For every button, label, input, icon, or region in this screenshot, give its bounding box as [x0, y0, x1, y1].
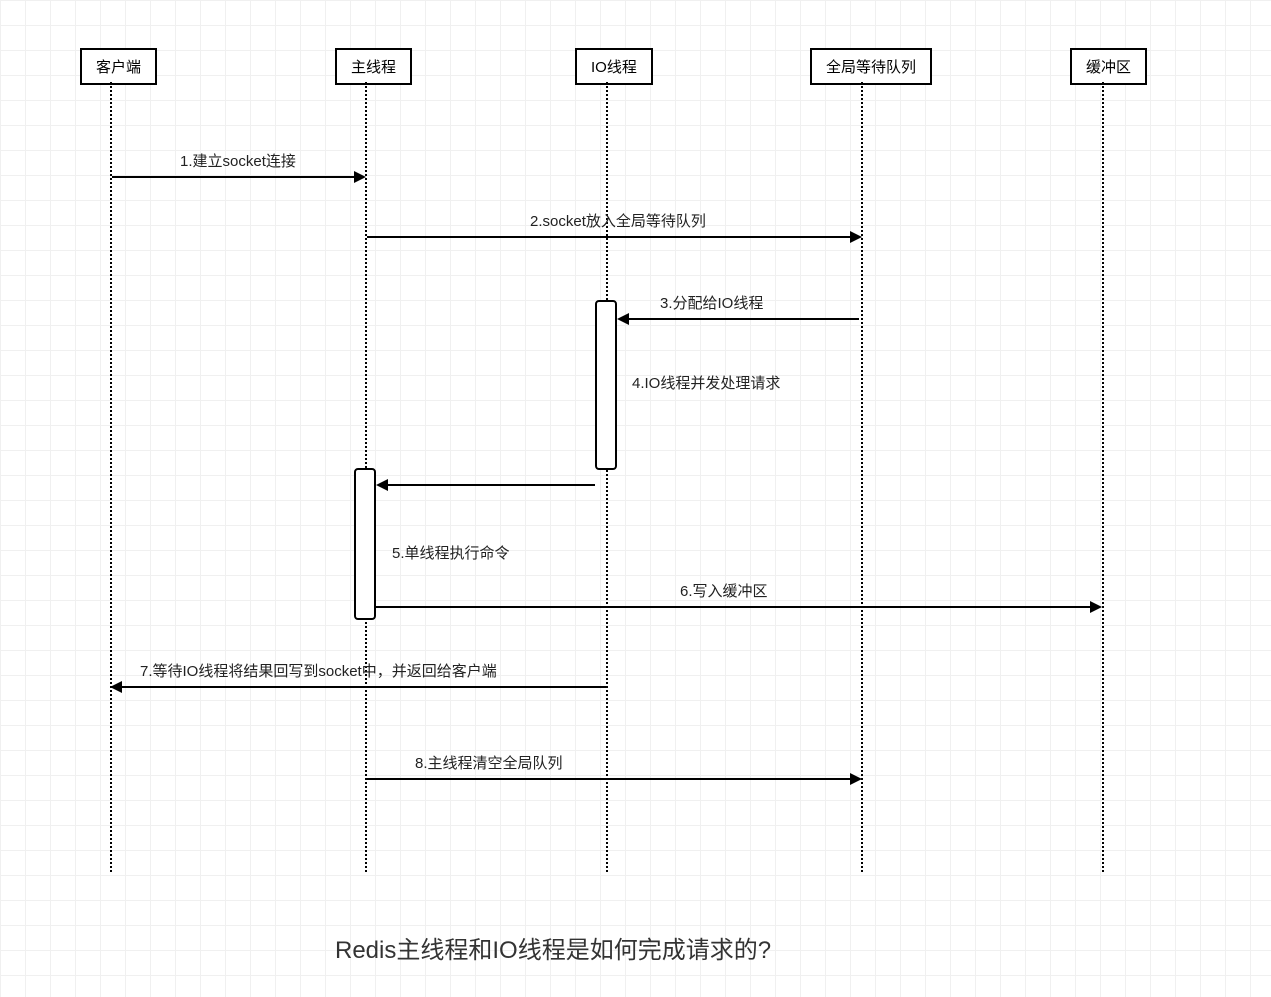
- message-1-arrowhead: [354, 171, 366, 183]
- message-8-arrow: [367, 778, 850, 780]
- lifeline-client: [110, 82, 112, 872]
- participant-io-thread: IO线程: [575, 48, 653, 85]
- message-7-arrow: [122, 686, 606, 688]
- message-2-arrow: [367, 236, 850, 238]
- message-4-label: 4.IO线程并发处理请求: [632, 372, 780, 393]
- participant-buffer: 缓冲区: [1070, 48, 1147, 85]
- message-8-label: 8.主线程清空全局队列: [415, 752, 563, 773]
- message-6-label: 6.写入缓冲区: [680, 580, 768, 601]
- message-6-arrowhead: [1090, 601, 1102, 613]
- activation-main-thread: [354, 468, 376, 620]
- message-5-label: 5.单线程执行命令: [392, 542, 510, 563]
- message-7-label: 7.等待IO线程将结果回写到socket中，并返回给客户端: [140, 660, 497, 681]
- message-1-label: 1.建立socket连接: [180, 150, 296, 171]
- lifeline-io-thread: [606, 82, 608, 872]
- message-1-arrow: [112, 176, 354, 178]
- lifeline-buffer: [1102, 82, 1104, 872]
- lifeline-wait-queue: [861, 82, 863, 872]
- diagram-caption: Redis主线程和IO线程是如何完成请求的?: [335, 930, 771, 965]
- message-3-arrow: [629, 318, 859, 320]
- participant-client: 客户端: [80, 48, 157, 85]
- message-7-arrowhead: [110, 681, 122, 693]
- message-3-arrowhead: [617, 313, 629, 325]
- message-3-label: 3.分配给IO线程: [660, 292, 763, 313]
- participant-main-thread: 主线程: [335, 48, 412, 85]
- message-io-to-main-arrow: [388, 484, 595, 486]
- message-6-arrow: [376, 606, 1090, 608]
- activation-io-thread: [595, 300, 617, 470]
- message-io-to-main-arrowhead: [376, 479, 388, 491]
- message-2-label: 2.socket放入全局等待队列: [530, 210, 706, 231]
- participant-wait-queue: 全局等待队列: [810, 48, 932, 85]
- message-2-arrowhead: [850, 231, 862, 243]
- message-8-arrowhead: [850, 773, 862, 785]
